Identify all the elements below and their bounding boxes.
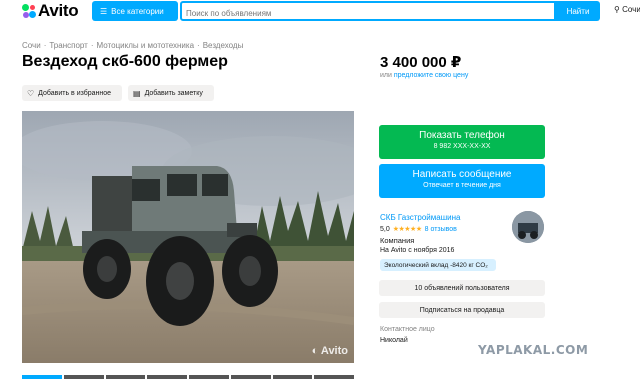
photo-watermark-icon: ◐ [311, 345, 319, 357]
listing-photo[interactable]: ◐ Avito [22, 111, 354, 363]
thumbnail-strip [22, 375, 354, 379]
thumbnail[interactable] [230, 375, 271, 379]
user-ads-button[interactable]: 10 объявлений пользователя [379, 280, 545, 296]
thumbnail[interactable] [147, 375, 187, 379]
response-time: Отвечает в течение дня [423, 182, 501, 189]
seller-avatar-image [512, 211, 544, 243]
masked-phone: 8 982 XXX-XX-XX [433, 143, 491, 150]
thumbnail[interactable] [22, 375, 62, 379]
breadcrumb-item[interactable]: Транспорт [49, 41, 87, 50]
breadcrumb-item[interactable]: Мотоциклы и мототехника [97, 41, 195, 50]
seller-type: Компания [380, 236, 415, 245]
add-to-favorites-label: Добавить в избранное [38, 89, 112, 97]
seller-since: На Avito с ноября 2016 [380, 247, 455, 254]
search-box [180, 1, 556, 22]
thumbnail[interactable] [189, 375, 229, 379]
rating-value: 5,0 [380, 225, 390, 233]
logo-text: Avito [38, 1, 79, 20]
subscribe-seller-button[interactable]: Подписаться на продавца [379, 302, 545, 318]
photo-watermark-text: Avito [320, 345, 348, 357]
vehicle-photo-image [22, 111, 354, 363]
avito-logo[interactable]: Avito [22, 1, 79, 20]
show-phone-button[interactable]: Показать телефон 8 982 XXX-XX-XX [379, 125, 545, 159]
location-label: Сочи [622, 5, 640, 14]
seller-name-link[interactable]: СКБ Газстроймашина [380, 213, 460, 222]
breadcrumb: Сочи · Транспорт · Мотоциклы и мототехника · В… [22, 41, 244, 50]
seller-avatar[interactable] [512, 211, 544, 243]
heart-icon: ♡ [27, 88, 35, 98]
price-offer: или предложите свою цену [380, 72, 468, 79]
page-title: Вездеход скб-600 фермер [22, 53, 228, 70]
thumbnail[interactable] [105, 375, 146, 379]
photo-watermark: ◐ Avito [312, 345, 348, 357]
thumbnail[interactable] [314, 375, 354, 379]
menu-search-icon: ☰ [100, 6, 108, 16]
site-watermark: YAPLAKAL.COM [478, 343, 589, 357]
all-categories-button[interactable]: ☰ Все категории [92, 1, 178, 21]
add-to-favorites-button[interactable]: ♡ Добавить в избранное [22, 85, 122, 101]
note-icon: ▤ [133, 88, 141, 98]
breadcrumb-item[interactable]: Сочи [22, 41, 41, 50]
rating-stars-icon: ★★★★★ [392, 226, 422, 233]
search-input[interactable] [182, 5, 554, 22]
contact-person-label: Контактное лицо [380, 326, 435, 333]
header: Avito ☰ Все категории Найти ⚲ Сочи [0, 0, 640, 24]
offer-price-link[interactable]: предложите свою цену [394, 72, 468, 79]
location-pin-icon: ⚲ [614, 5, 620, 14]
show-phone-label: Показать телефон [419, 130, 505, 141]
seller-rating: 5,0 ★★★★★ 8 отзывов [380, 225, 457, 234]
all-categories-label: Все категории [111, 6, 164, 16]
write-message-button[interactable]: Написать сообщение Отвечает в течение дн… [379, 164, 545, 198]
breadcrumb-item[interactable]: Вездеходы [203, 41, 244, 50]
reviews-link[interactable]: 8 отзывов [425, 226, 457, 233]
price: 3 400 000 ₽ [380, 54, 462, 71]
eco-contribution-badge[interactable]: Экологический вклад -8420 кг CO₂ [380, 259, 496, 271]
search-button[interactable]: Найти [556, 1, 600, 21]
write-message-label: Написать сообщение [412, 169, 512, 180]
thumbnail[interactable] [272, 375, 313, 379]
contact-person-name: Николай [380, 337, 408, 344]
price-offer-prefix: или [380, 72, 392, 79]
add-note-button[interactable]: ▤ Добавить заметку [128, 85, 214, 101]
location-selector[interactable]: ⚲ Сочи [614, 5, 640, 14]
add-note-label: Добавить заметку [144, 89, 203, 97]
logo-dots-icon [22, 4, 36, 18]
thumbnail[interactable] [63, 375, 104, 379]
